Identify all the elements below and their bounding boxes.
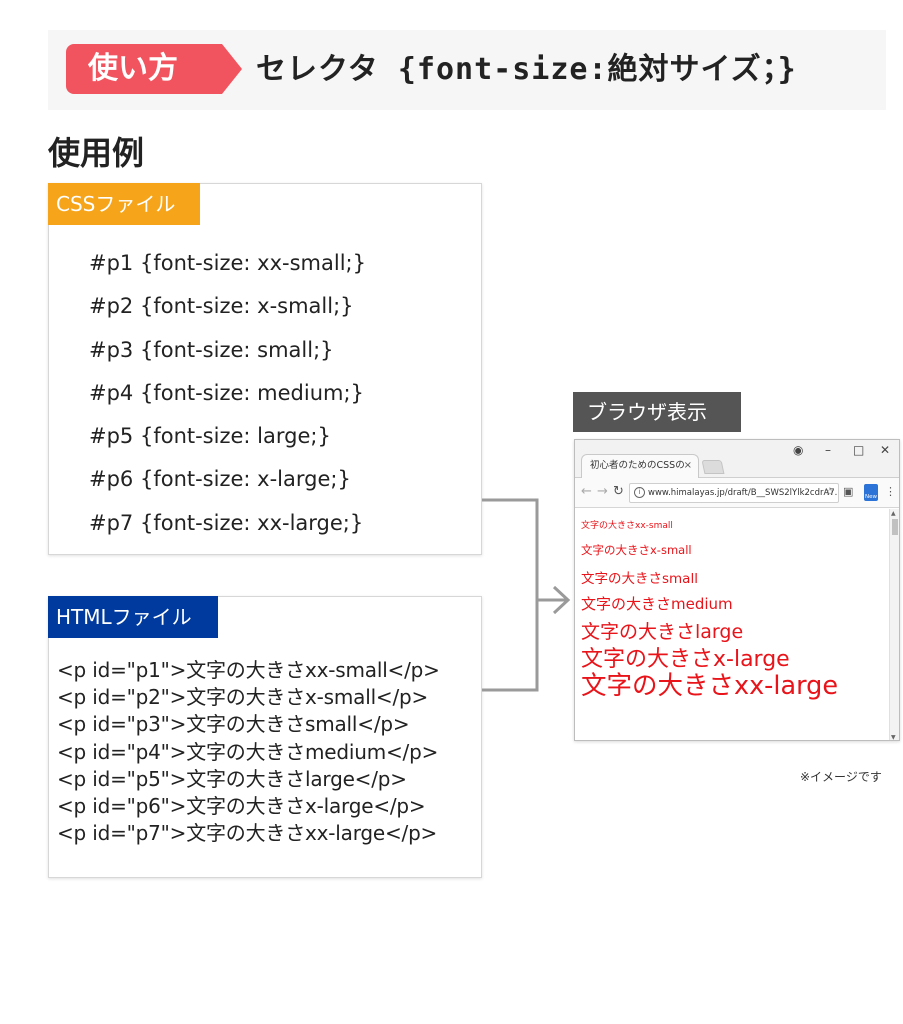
address-url: www.himalayas.jp/draft/B__SWS2lYlk2cdrA7… [648,488,839,498]
maximize-icon[interactable]: □ [853,443,864,457]
html-line-p4: <p id="p4">文字の大きさmedium</p> [57,739,439,764]
css-line-p5: #p5 {font-size: large;} [89,424,331,449]
html-file-tab: HTMLファイル [48,596,218,638]
css-line-p6: #p6 {font-size: x-large;} [89,467,351,492]
browser-tab-title: 初心者のためのCSSの [590,460,685,471]
scroll-down-icon[interactable]: ▼ [891,734,896,740]
css-line-p3: #p3 {font-size: small;} [89,337,334,362]
forward-icon[interactable]: → [597,484,608,499]
browser-label: ブラウザ表示 [573,392,741,432]
syntax-text: セレクタ {font-size:絶対サイズ；} [256,52,797,87]
html-line-p7: <p id="p7">文字の大きさxx-large</p> [57,821,438,846]
css-line-p1: #p1 {font-size: xx-small;} [89,251,366,275]
connector-arrow [482,498,571,692]
browser-window: 初心者のためのCSSの × ◉ – □ ✕ ← → ↻ i www.himala… [574,439,900,741]
rendered-p3: 文字の大きさsmall [581,571,698,587]
usage-header: 使い方 セレクタ {font-size:絶対サイズ；} [48,30,886,110]
extension-icon[interactable]: ▣ [843,485,853,498]
html-line-p3: <p id="p3">文字の大きさsmall</p> [57,712,410,737]
html-file-panel: HTMLファイル <p id="p1">文字の大きさxx-small</p> <… [48,596,482,878]
html-line-p6: <p id="p6">文字の大きさx-large</p> [57,793,426,818]
back-icon[interactable]: ← [581,484,592,499]
section-title: 使用例 [48,134,145,172]
minimize-icon[interactable]: – [825,443,831,457]
css-file-tab: CSSファイル [48,183,200,225]
image-note: ※イメージです [800,770,882,784]
close-icon[interactable]: ✕ [880,443,890,457]
menu-icon[interactable]: ⋮ [885,485,896,498]
new-extension-icon[interactable]: New [864,484,878,501]
css-line-p4: #p4 {font-size: medium;} [89,380,364,405]
usage-badge: 使い方 [66,44,242,94]
html-line-p5: <p id="p5">文字の大きさlarge</p> [57,766,407,791]
rendered-p7: 文字の大きさxx-large [581,671,839,701]
bookmark-star-icon[interactable]: ☆ [825,485,835,498]
new-tab-button[interactable] [701,460,725,474]
html-line-p1: <p id="p1">文字の大きさxx-small</p> [57,658,440,682]
rendered-p2: 文字の大きさx-small [581,543,692,557]
rendered-p4: 文字の大きさmedium [581,595,733,613]
scroll-thumb[interactable] [892,519,898,535]
rendered-p1: 文字の大きさxx-small [581,521,673,531]
browser-scrollbar[interactable]: ▲ ▼ [889,509,899,740]
tab-close-icon[interactable]: × [684,455,692,477]
css-file-panel: CSSファイル #p1 {font-size: xx-small;} #p2 {… [48,183,482,555]
css-line-p2: #p2 {font-size: x-small;} [89,294,354,319]
info-icon[interactable]: i [634,487,645,498]
css-line-p7: #p7 {font-size: xx-large;} [89,510,364,535]
scroll-up-icon[interactable]: ▲ [891,510,896,517]
browser-tab[interactable]: 初心者のためのCSSの × [581,454,699,478]
rendered-p5: 文字の大きさlarge [581,621,744,643]
account-icon[interactable]: ◉ [793,443,803,457]
browser-toolbar: ← → ↻ i www.himalayas.jp/draft/B__SWS2lY… [575,478,899,508]
reload-icon[interactable]: ↻ [613,484,624,499]
browser-viewport: 文字の大きさxx-small 文字の大きさx-small 文字の大きさsmall… [575,509,890,740]
html-code-lines: <p id="p1">文字の大きさxx-small</p> <p id="p2"… [57,657,440,847]
css-code-lines: #p1 {font-size: xx-small;} #p2 {font-siz… [89,242,366,545]
address-bar[interactable]: i www.himalayas.jp/draft/B__SWS2lYlk2cdr… [629,483,839,503]
html-line-p2: <p id="p2">文字の大きさx-small</p> [57,685,429,710]
browser-titlebar: 初心者のためのCSSの × ◉ – □ ✕ [575,440,899,478]
